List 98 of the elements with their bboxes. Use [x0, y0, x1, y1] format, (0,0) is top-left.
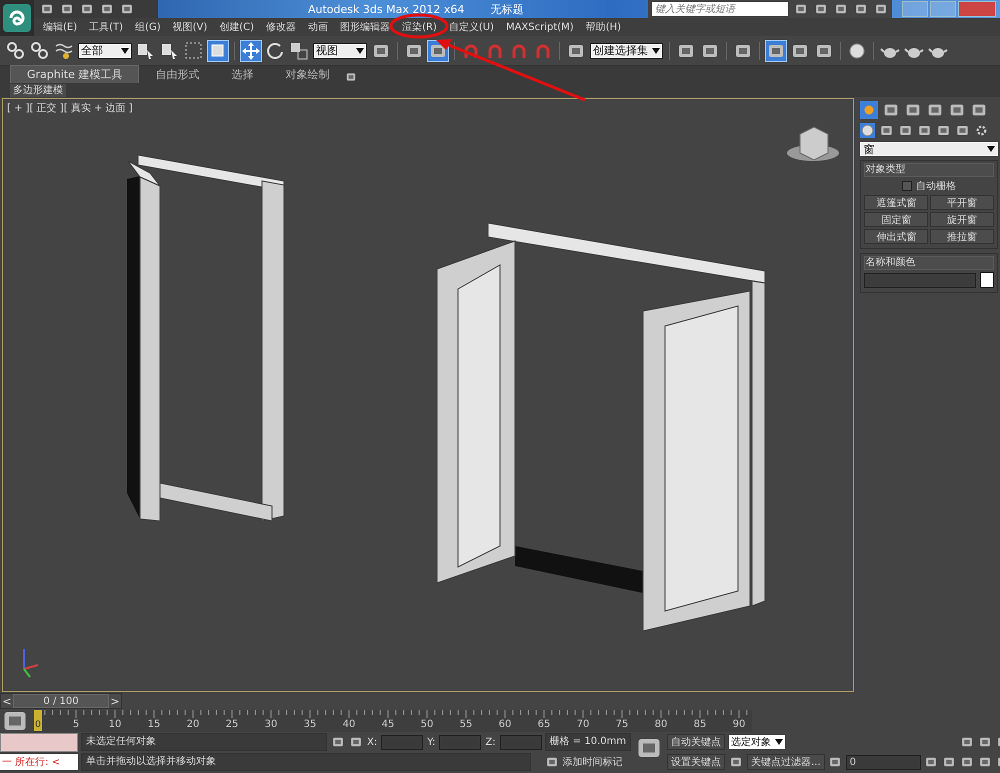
- caret-icon: [775, 739, 784, 745]
- time-marker[interactable]: 0: [34, 710, 42, 731]
- material-sphere-icon[interactable]: [847, 40, 867, 60]
- previous-frame-button[interactable]: <: [1, 694, 13, 708]
- rotate-icon[interactable]: [265, 40, 285, 60]
- document-title: 无标题: [490, 2, 524, 16]
- time-slider-thumb[interactable]: 0 / 100: [13, 694, 109, 708]
- frame-number: 20: [186, 719, 200, 730]
- frame-number: 65: [538, 719, 550, 730]
- frame-number: 80: [654, 719, 668, 730]
- ribbon-tab[interactable]: Graphite 建模工具: [10, 65, 140, 83]
- frame-number: 60: [498, 719, 512, 730]
- menu-item[interactable]: 自定义(U): [442, 20, 500, 34]
- gear-icon[interactable]: [974, 123, 990, 138]
- menu-item[interactable]: 编辑(E): [37, 20, 84, 34]
- frame-number: 40: [342, 719, 356, 730]
- dashed-rectangle-icon[interactable]: [184, 40, 204, 60]
- frame-number: 25: [226, 719, 238, 730]
- annotation-ellipse: [390, 14, 448, 38]
- listener-field[interactable]: [0, 733, 78, 752]
- auto-key-button[interactable]: 自动关键点: [667, 734, 726, 750]
- object-type-button[interactable]: 推拉窗: [930, 229, 994, 244]
- menu-item[interactable]: 渲染(R): [396, 20, 443, 34]
- key-filters-button[interactable]: 关键点过滤器...: [747, 754, 825, 770]
- z-field[interactable]: [500, 734, 542, 750]
- frame-number: 75: [616, 719, 628, 730]
- object-type-button[interactable]: 遮篷式窗: [864, 195, 928, 210]
- frame-number: 55: [460, 719, 472, 730]
- search-field[interactable]: 键入关键字或短语: [652, 2, 788, 16]
- checkbox-label: 自动栅格: [916, 180, 956, 193]
- unlink-icon[interactable]: [30, 40, 50, 60]
- next-frame-button[interactable]: >: [109, 694, 121, 708]
- object-type-button[interactable]: 固定窗: [864, 212, 928, 227]
- name-field[interactable]: [864, 272, 976, 288]
- set-key-button[interactable]: 设置关键点: [667, 754, 726, 770]
- link-icon[interactable]: [6, 40, 26, 60]
- frame-number: 90: [732, 719, 746, 730]
- dropdown[interactable]: 创建选择集: [590, 42, 663, 58]
- menu-item[interactable]: MAXScript(M): [500, 22, 580, 32]
- caret-icon: [987, 146, 995, 152]
- menu-item[interactable]: 图形编辑器: [334, 20, 396, 34]
- axis-gizmo-icon: [23, 649, 38, 678]
- app-logo-icon[interactable]: [2, 3, 32, 33]
- ribbon-tab[interactable]: 选择: [215, 66, 270, 83]
- sphere-icon[interactable]: [860, 123, 876, 138]
- listener-output[interactable]: 一 所在行: <: [0, 754, 78, 770]
- frame-field[interactable]: 0: [846, 754, 921, 770]
- category-dropdown[interactable]: 窗: [860, 142, 998, 156]
- window-title: Autodesk 3ds Max 2012 x64: [308, 2, 464, 16]
- frame-number: 50: [420, 719, 434, 730]
- object-type-button[interactable]: 平开窗: [930, 195, 994, 210]
- caret-icon: [356, 48, 364, 54]
- window-crossing-icon[interactable]: [208, 40, 228, 60]
- coordinate-label: Z:: [485, 736, 496, 748]
- caret-icon: [121, 48, 129, 54]
- ribbon-tab[interactable]: 对象绘制: [269, 66, 346, 83]
- scale-icon[interactable]: [289, 40, 309, 60]
- frame-number: 5: [72, 719, 80, 730]
- frame-number: 45: [382, 719, 394, 730]
- move-icon[interactable]: [241, 40, 261, 60]
- rollout-header[interactable]: 名称和颜色: [864, 256, 994, 270]
- color-swatch[interactable]: [980, 272, 994, 288]
- frame-number: 70: [576, 719, 590, 730]
- menu-item[interactable]: 创建(C): [213, 20, 260, 34]
- object-type-button[interactable]: 伸出式窗: [864, 229, 928, 244]
- frame-number: 85: [694, 719, 706, 730]
- timeline-ruler[interactable]: 0 5 10 15 20 25 30 35 40 45 50 55 60 65 70 75 80 85 90: [34, 710, 752, 732]
- prompt-text: 单击并拖动以选择并移动对象: [81, 753, 531, 771]
- frame-number: 10: [108, 719, 122, 730]
- menu-item[interactable]: 修改器: [260, 20, 302, 34]
- menu-item[interactable]: 组(G): [129, 20, 167, 34]
- add-time-tag[interactable]: 添加时间标记: [562, 755, 623, 769]
- ribbon-panel-tab[interactable]: 多边形建模: [10, 84, 66, 96]
- checkbox[interactable]: [902, 181, 912, 191]
- viewport-label[interactable]: [ + ][ 正交 ][ 真实 + 边面 ]: [7, 101, 133, 115]
- viewcube-icon[interactable]: [787, 126, 839, 161]
- frame-number: 35: [304, 719, 316, 730]
- coordinate-label: X:: [367, 736, 378, 748]
- menu-item[interactable]: 视图(V): [166, 20, 214, 34]
- coordinate-label: Y:: [427, 736, 436, 748]
- frame-number: 30: [264, 719, 278, 730]
- viewport[interactable]: [ + ][ 正交 ][ 真实 + 边面 ]: [2, 98, 854, 692]
- menu-item[interactable]: 工具(T): [83, 20, 130, 34]
- rollout-header[interactable]: 对象类型: [864, 163, 994, 177]
- sun-icon[interactable]: [860, 101, 878, 119]
- dropdown[interactable]: 全部: [78, 42, 132, 58]
- y-field[interactable]: [439, 734, 482, 750]
- grid-size: 栅格 = 10.0mm: [544, 733, 632, 751]
- ribbon-tab[interactable]: 自由形式: [139, 66, 216, 83]
- selection-status: 未选定任何对象: [81, 733, 327, 751]
- x-field[interactable]: [381, 734, 424, 750]
- menu-item[interactable]: 动画: [302, 20, 334, 34]
- frame-number: 15: [148, 719, 160, 730]
- object-type-button[interactable]: 旋开窗: [930, 212, 994, 227]
- dropdown[interactable]: 视图: [313, 42, 367, 58]
- menu-item[interactable]: 帮助(H): [580, 20, 628, 34]
- key-mode-dropdown[interactable]: 选定对象: [729, 735, 786, 749]
- caret-icon: [652, 48, 660, 54]
